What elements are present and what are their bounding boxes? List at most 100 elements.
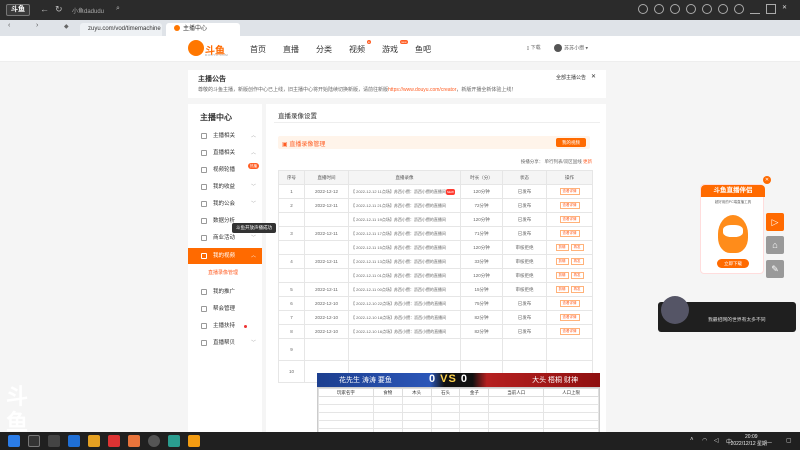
- nav-live[interactable]: 直播: [283, 44, 299, 55]
- home-icon[interactable]: ⌂: [766, 236, 784, 254]
- sidebar-item-shells[interactable]: 直播帮贝 ﹀: [188, 335, 262, 351]
- sort-update[interactable]: 更新: [583, 159, 592, 164]
- recording-link[interactable]: 【 2022-12-11 15点场】苏西小攒：沥西小攒的直播间: [351, 245, 446, 250]
- row-title[interactable]: 【 2022-12-11 21点场】苏西小攒：沥西小攒的直播间: [348, 198, 461, 213]
- recording-link[interactable]: 【 2022-12-10 16点场】苏西小攒：沥西小攒的直播间: [351, 329, 446, 334]
- douyu-app-icon[interactable]: [128, 435, 140, 447]
- app2-icon[interactable]: [168, 435, 180, 447]
- settings-icon[interactable]: [734, 4, 744, 14]
- action-button[interactable]: 查看详情: [559, 188, 580, 195]
- banner-close-icon[interactable]: ✕: [763, 176, 771, 184]
- action-button[interactable]: 查看详情: [559, 202, 580, 209]
- app3-icon[interactable]: [188, 435, 200, 447]
- address-hint[interactable]: 小鱼dadudu: [72, 6, 104, 15]
- clock[interactable]: 20:09 2022/12/12 星期一: [731, 434, 772, 448]
- tab-right-icon[interactable]: ›: [36, 22, 38, 29]
- shirt-icon[interactable]: [686, 4, 696, 14]
- clock-icon[interactable]: [638, 4, 648, 14]
- sidebar-item-clan[interactable]: 帮会管理: [188, 301, 262, 317]
- recording-link[interactable]: 【 2022-12-10 22点场】苏西小攒：沥西小攒的直播间: [351, 301, 446, 306]
- explorer-icon[interactable]: [88, 435, 100, 447]
- row-title[interactable]: 【 2022-12-11 17点场】苏西小攒：沥西小攒的直播间: [348, 226, 461, 241]
- sidebar-item-support[interactable]: 主播扶持: [188, 318, 262, 334]
- bell-icon[interactable]: [654, 4, 664, 14]
- window-icon[interactable]: [718, 4, 728, 14]
- maximize-icon[interactable]: [766, 4, 776, 14]
- action-button[interactable]: 再发: [570, 286, 584, 293]
- obs-icon[interactable]: [148, 435, 160, 447]
- browser-logo[interactable]: 斗鱼: [6, 4, 30, 16]
- row-title[interactable]: 【 2022-12-12 11点场】苏西小攒：沥西小攒的直播间NEW: [348, 184, 461, 199]
- action-button[interactable]: 查看详情: [559, 328, 580, 335]
- sidebar-item-income[interactable]: 我的收益 ﹀: [188, 179, 262, 195]
- notification-icon[interactable]: ▢: [786, 437, 792, 444]
- username[interactable]: 苏苏小攒: [564, 45, 584, 51]
- refresh-icon[interactable]: ↻: [55, 4, 63, 15]
- download-link[interactable]: 下载: [531, 45, 541, 51]
- nav-video[interactable]: 视频: [349, 44, 365, 55]
- all-announcements-link[interactable]: 全部主播公告: [556, 74, 586, 81]
- app-icon[interactable]: [108, 435, 120, 447]
- minimize-icon[interactable]: [750, 4, 760, 14]
- chevron-down-icon[interactable]: ▾: [585, 45, 588, 51]
- sidebar-item-promotion[interactable]: 我的推广: [188, 284, 262, 300]
- user-avatar[interactable]: [554, 44, 563, 52]
- recording-link[interactable]: 【 2022-12-11 21点场】苏西小攒：沥西小攒的直播间: [351, 203, 446, 208]
- action-button[interactable]: 查看详情: [559, 300, 580, 307]
- phone-icon[interactable]: ▯: [527, 45, 530, 51]
- tab-anchor-center[interactable]: 主播中心: [166, 23, 240, 36]
- action-button[interactable]: 再发: [570, 272, 584, 279]
- tab-address[interactable]: zuyu.com/vod/timemachine: [80, 23, 162, 36]
- close-icon[interactable]: ✕: [591, 73, 596, 80]
- action-button[interactable]: 再发: [570, 244, 584, 251]
- row-title[interactable]: [348, 338, 461, 361]
- recording-link[interactable]: 【 2022-12-12 11点场】苏西小攒：沥西小攒的直播间: [351, 189, 446, 194]
- sidebar-subitem-recording[interactable]: 直播录像管理: [188, 266, 262, 280]
- banner-download-button[interactable]: 立即下载: [717, 259, 749, 268]
- chevron-up-icon[interactable]: ˄: [690, 437, 694, 443]
- action-button[interactable]: 再发: [570, 258, 584, 265]
- row-title[interactable]: 【 2022-12-10 22点场】苏西小攒：沥西小攒的直播间: [348, 296, 461, 311]
- recording-link[interactable]: 【 2022-12-11 00点场】苏西小攒：沥西小攒的直播间: [351, 287, 446, 292]
- action-button[interactable]: 剪辑: [555, 244, 569, 251]
- recording-link[interactable]: 【 2022-12-11 13点场】苏西小攒：沥西小攒的直播间: [351, 259, 446, 264]
- row-title[interactable]: 【 2022-12-11 01点场】苏西小攒：沥西小攒的直播间: [348, 268, 461, 283]
- sidebar-item-guild[interactable]: 我的公会 ﹀: [188, 196, 262, 212]
- search-icon[interactable]: [28, 435, 40, 447]
- action-button[interactable]: 剪辑: [555, 286, 569, 293]
- back-icon[interactable]: ←: [40, 4, 49, 14]
- my-video-button[interactable]: 我的视频: [556, 138, 586, 147]
- sort-mode[interactable]: 单行列表/双区固线: [544, 159, 581, 164]
- edge-icon[interactable]: [68, 435, 80, 447]
- search-icon[interactable]: ⌕: [116, 5, 120, 13]
- task-view-icon[interactable]: [48, 435, 60, 447]
- nav-home[interactable]: 首页: [250, 44, 266, 55]
- nav-fishbar[interactable]: 鱼吧: [415, 44, 431, 55]
- action-button[interactable]: 剪辑: [555, 258, 569, 265]
- recording-link[interactable]: 【 2022-12-11 19点场】苏西小攒：沥西小攒的直播间: [351, 217, 446, 222]
- action-button[interactable]: 剪辑: [555, 272, 569, 279]
- recording-link[interactable]: 【 2022-12-11 17点场】苏西小攒：沥西小攒的直播间: [351, 231, 446, 236]
- box-icon[interactable]: [702, 4, 712, 14]
- row-title[interactable]: 【 2022-12-11 00点场】苏西小攒：沥西小攒的直播间: [348, 282, 461, 297]
- row-title[interactable]: 【 2022-12-11 13点场】苏西小攒：沥西小攒的直播间: [348, 254, 461, 269]
- action-button[interactable]: 查看详情: [559, 314, 580, 321]
- sidebar-item-anchor[interactable]: 主播相关 ︿: [188, 128, 262, 144]
- row-title[interactable]: 【 2022-12-10 16点场】苏西小攒：沥西小攒的直播间: [348, 324, 461, 339]
- row-title[interactable]: 【 2022-12-10 18点场】苏西小攒：沥西小攒的直播间: [348, 310, 461, 325]
- sidebar-item-live[interactable]: 直播相关 ︿: [188, 145, 262, 161]
- recording-link[interactable]: 【 2022-12-11 01点场】苏西小攒：沥西小攒的直播间: [351, 273, 446, 278]
- feedback-icon[interactable]: ✎: [766, 260, 784, 278]
- windows-start-icon[interactable]: [8, 435, 20, 447]
- action-button[interactable]: 查看详情: [559, 230, 580, 237]
- close-icon[interactable]: ✕: [782, 4, 792, 14]
- sidebar-item-my-video[interactable]: 我的视频 ︿: [188, 248, 262, 264]
- nav-games[interactable]: 游戏: [382, 44, 398, 55]
- nav-category[interactable]: 分类: [316, 44, 332, 55]
- douyu-logo[interactable]: 斗鱼 DOUYU.COM: [188, 40, 240, 58]
- avatar-icon[interactable]: [670, 4, 680, 14]
- companion-banner[interactable]: 斗鱼直播伴侣 超好用的PC端直播工具 立即下载: [700, 184, 765, 274]
- row-title[interactable]: 【 2022-12-11 19点场】苏西小攒：沥西小攒的直播间: [348, 212, 461, 227]
- row-title[interactable]: 【 2022-12-11 15点场】苏西小攒：沥西小攒的直播间: [348, 240, 461, 255]
- volume-icon[interactable]: ◁: [714, 437, 719, 444]
